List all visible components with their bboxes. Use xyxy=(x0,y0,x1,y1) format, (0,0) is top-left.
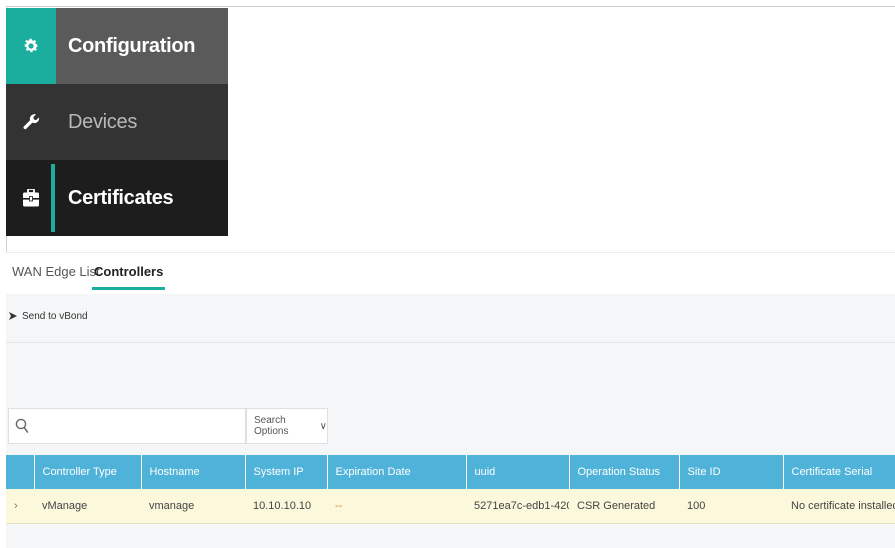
cell-hostname: vmanage xyxy=(141,489,245,523)
menu-item-certificates[interactable]: Certificates xyxy=(6,160,228,236)
column-header-uuid[interactable]: uuid xyxy=(466,455,570,489)
certificate-icon xyxy=(6,160,56,236)
table-row[interactable]: › vManage vmanage 10.10.10.10 -- 5271ea7… xyxy=(6,489,895,523)
tab-label: Controllers xyxy=(94,264,164,279)
cell-certificate-serial: No certificate installed xyxy=(783,489,895,523)
table-header-row: Controller Type Hostname System IP Expir… xyxy=(6,455,895,489)
chevron-down-icon: ∨ xyxy=(319,420,327,432)
cell-operation-status: CSR Generated xyxy=(569,489,679,523)
menu-item-label: Configuration xyxy=(68,34,196,57)
column-header-system-ip[interactable]: System IP xyxy=(245,455,328,489)
cell-controller-type: vManage xyxy=(34,489,141,523)
search-icon xyxy=(15,418,29,439)
tab-controllers[interactable]: Controllers xyxy=(92,261,166,291)
cell-uuid: 5271ea7c-edb1-420... xyxy=(466,489,569,523)
column-header-controller-type[interactable]: Controller Type xyxy=(34,455,142,489)
menu-item-configuration[interactable]: Configuration xyxy=(6,8,228,84)
divider xyxy=(6,342,895,343)
column-header-expiration-date[interactable]: Expiration Date xyxy=(327,455,467,489)
cell-expiration-date: -- xyxy=(327,489,466,523)
menu-item-devices[interactable]: Devices xyxy=(6,84,228,160)
controllers-table: Controller Type Hostname System IP Expir… xyxy=(6,455,895,524)
search-options-label: Search Options xyxy=(254,415,289,437)
column-header-expand xyxy=(6,455,35,489)
send-to-vbond-button[interactable]: Send to vBond xyxy=(8,308,88,324)
active-indicator xyxy=(51,164,55,232)
column-header-hostname[interactable]: Hostname xyxy=(141,455,246,489)
tab-wan-edge-list[interactable]: WAN Edge List xyxy=(12,261,100,291)
column-header-certificate-serial[interactable]: Certificate Serial xyxy=(783,455,895,489)
active-tab-underline xyxy=(92,287,166,290)
cell-system-ip: 10.10.10.10 xyxy=(245,489,327,523)
column-header-site-id[interactable]: Site ID xyxy=(679,455,784,489)
row-expand-icon[interactable]: › xyxy=(6,489,34,523)
send-label: Send to vBond xyxy=(22,310,88,322)
menu-item-label: Certificates xyxy=(68,186,174,209)
tab-bar: WAN Edge List Controllers xyxy=(6,252,895,294)
menu-item-label: Devices xyxy=(68,110,138,133)
search-options-dropdown[interactable]: Search Options ∨ xyxy=(246,408,328,444)
wrench-icon xyxy=(6,84,56,160)
column-header-operation-status[interactable]: Operation Status xyxy=(569,455,680,489)
cell-site-id: 100 xyxy=(679,489,783,523)
search-input[interactable] xyxy=(8,408,246,444)
side-menu: Configuration Devices Certificates xyxy=(6,8,228,236)
send-icon xyxy=(9,312,17,320)
gear-icon xyxy=(6,8,56,84)
